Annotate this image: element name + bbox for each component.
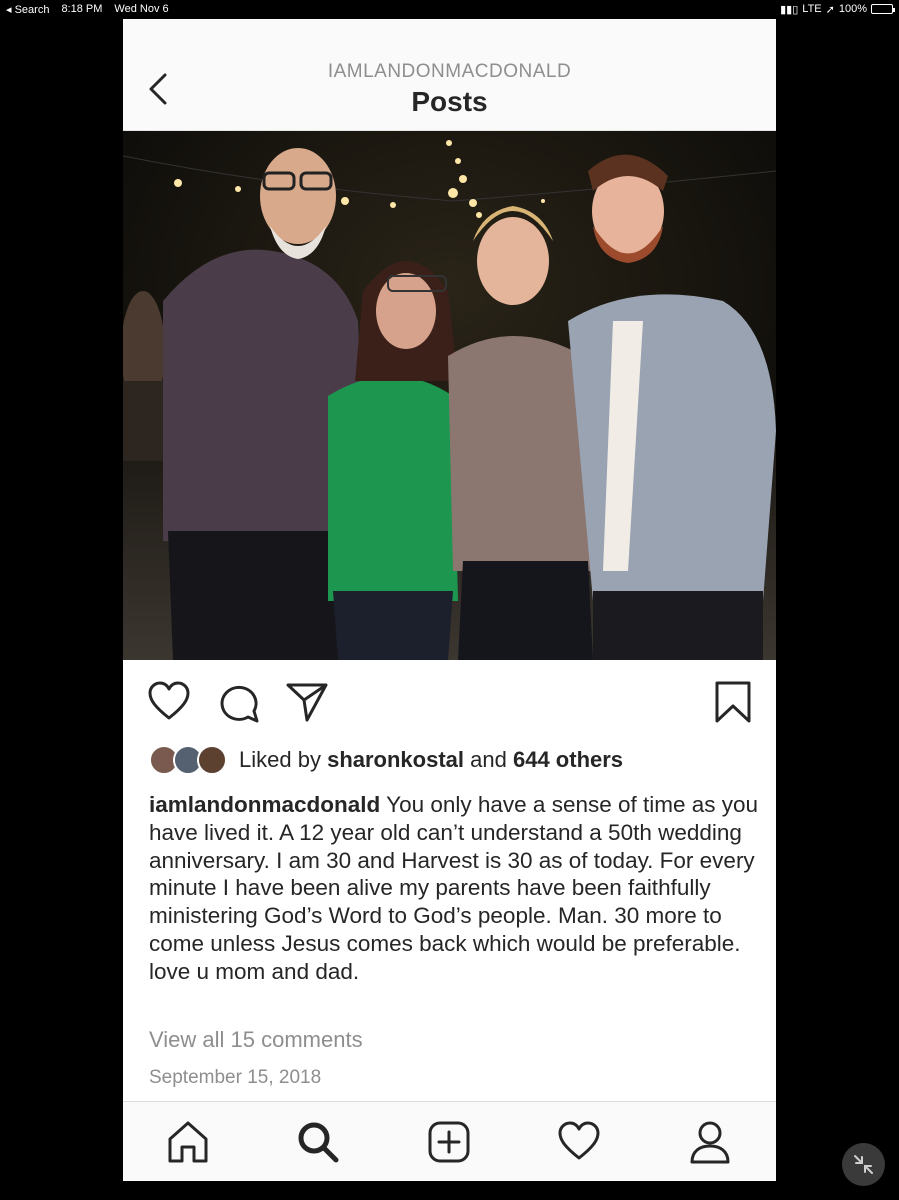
bookmark-icon[interactable] (711, 680, 755, 724)
battery-icon (871, 4, 895, 14)
heart-icon[interactable] (147, 680, 191, 724)
page-title: Posts (411, 86, 488, 117)
back-to-app-link[interactable]: ◂ Search (6, 3, 49, 16)
caption-author-link[interactable]: iamlandonmacdonald (149, 792, 380, 817)
comment-icon[interactable] (217, 680, 261, 724)
liked-by-and: and (470, 747, 507, 772)
search-icon[interactable] (295, 1119, 341, 1165)
location-icon: ➚ (825, 3, 835, 16)
bottom-tab-bar (123, 1101, 776, 1181)
share-icon[interactable] (285, 680, 329, 724)
battery-percent: 100% (838, 3, 867, 15)
group-photo-image (123, 131, 776, 660)
activity-heart-icon[interactable] (556, 1119, 602, 1165)
liked-by-others-link[interactable]: 644 others (513, 747, 623, 773)
nav-header: IAMLANDONMACDONALD Posts (123, 19, 776, 131)
post-caption: iamlandonmacdonald You only have a sense… (149, 791, 759, 986)
post-screen: IAMLANDONMACDONALD Posts Liked by sharon… (123, 19, 776, 1181)
home-icon[interactable] (165, 1119, 211, 1165)
status-time: 8:18 PM (61, 3, 103, 15)
profile-icon[interactable] (687, 1119, 733, 1165)
liked-by-user-link[interactable]: sharonkostal (327, 747, 464, 773)
exit-fullscreen-button[interactable] (842, 1143, 885, 1186)
signal-icon: ▮▮▯ (780, 3, 799, 16)
collapse-arrows-icon (854, 1155, 873, 1174)
add-post-icon[interactable] (426, 1119, 472, 1165)
post-actions-bar (123, 660, 776, 740)
header-username: IAMLANDONMACDONALD (327, 61, 572, 82)
caption-text: You only have a sense of time as you hav… (149, 792, 759, 984)
avatar (197, 745, 227, 775)
liked-by-prefix: Liked by (239, 747, 321, 772)
likes-summary: Liked by sharonkostal and 644 others (149, 745, 623, 775)
post-photo[interactable] (123, 131, 776, 660)
liker-avatars[interactable] (149, 745, 227, 775)
network-label: LTE (802, 3, 822, 15)
view-comments-link[interactable]: View all 15 comments (149, 1027, 363, 1053)
status-bar: ◂ Search 8:18 PM Wed Nov 6 ▮▮▯ LTE ➚ 100… (0, 0, 899, 18)
status-date: Wed Nov 6 (114, 3, 169, 15)
post-date: September 15, 2018 (149, 1067, 322, 1088)
